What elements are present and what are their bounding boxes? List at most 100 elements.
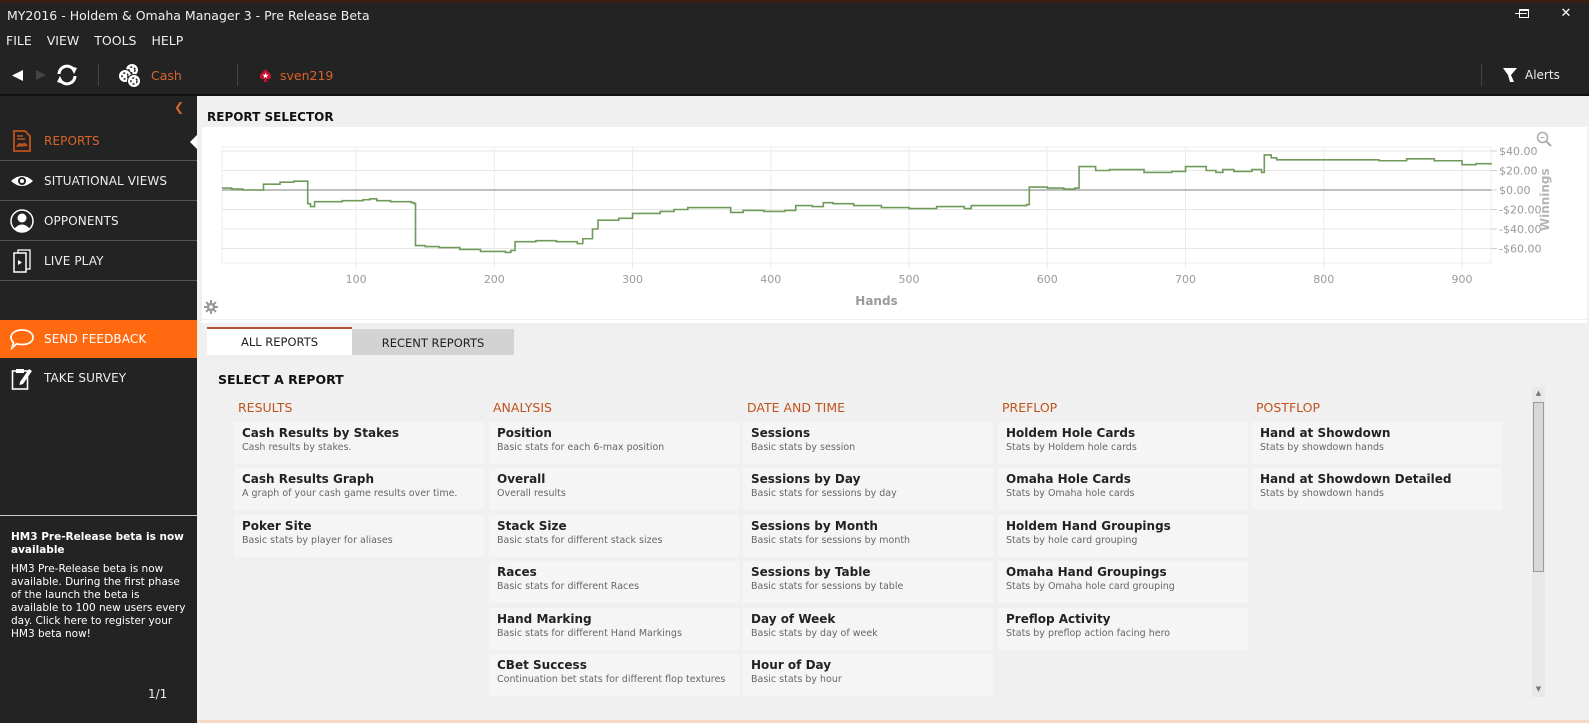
player-name: sven219 bbox=[280, 67, 334, 83]
report-card[interactable]: Day of Week Basic stats by day of week bbox=[743, 607, 993, 650]
category-header: DATE AND TIME bbox=[747, 400, 845, 415]
filter-icon bbox=[1503, 68, 1517, 82]
menu-view[interactable]: VIEW bbox=[47, 30, 80, 52]
close-icon: ✕ bbox=[1560, 6, 1572, 21]
report-card[interactable]: Sessions by Day Basic stats for sessions … bbox=[743, 468, 993, 511]
report-card[interactable]: Omaha Hole Cards Stats by Omaha hole card… bbox=[998, 468, 1248, 511]
report-card[interactable]: Cash Results by Stakes Cash results by st… bbox=[234, 422, 484, 464]
x-tick-label: 700 bbox=[1175, 273, 1196, 286]
y-tick-label: $40.00 bbox=[1499, 145, 1538, 158]
y-tick-label: -$40.00 bbox=[1499, 223, 1541, 236]
report-description: Stats by Omaha hole cards bbox=[1006, 488, 1135, 500]
report-title: Day of Week bbox=[751, 611, 836, 626]
x-tick-label: 200 bbox=[484, 273, 505, 286]
window-title: MY2016 - Holdem & Omaha Manager 3 - Pre … bbox=[7, 8, 370, 23]
report-selector-panel: REPORT SELECTOR $40.00 $20.00 $0.00 -$20.00… bbox=[202, 101, 1587, 319]
send-feedback-button[interactable]: SEND FEEDBACK bbox=[0, 320, 197, 358]
toolbar-separator bbox=[1481, 64, 1482, 86]
report-card[interactable]: Races Basic stats for different Races bbox=[489, 561, 739, 604]
take-survey-button[interactable]: TAKE SURVEY bbox=[0, 358, 197, 398]
report-card[interactable]: Cash Results Graph A graph of your cash g… bbox=[234, 468, 484, 511]
x-tick-label: 100 bbox=[346, 273, 367, 286]
chart-settings-button[interactable] bbox=[204, 299, 218, 318]
report-title: Omaha Hand Groupings bbox=[1006, 565, 1167, 580]
y-axis-label: Winnings bbox=[1538, 168, 1552, 231]
close-button[interactable]: ✕ bbox=[1551, 3, 1581, 25]
news-panel[interactable]: HM3 Pre-Release beta is now available HM… bbox=[0, 515, 197, 723]
report-card[interactable]: Hand at Showdown Detailed Stats by showdo… bbox=[1252, 468, 1502, 511]
report-title: Sessions by Table bbox=[751, 565, 871, 580]
reports-panel: SELECT A REPORT RESULTS Cash Results by S… bbox=[202, 355, 1587, 720]
report-description: Cash results by stakes. bbox=[242, 442, 352, 453]
report-card[interactable]: CBet Success Continuation bet stats for d… bbox=[489, 653, 739, 696]
report-description: Stats by showdown hands bbox=[1260, 488, 1384, 500]
report-card[interactable]: Sessions by Table Basic stats for session… bbox=[743, 561, 993, 604]
refresh-button[interactable] bbox=[55, 56, 79, 94]
alerts-button[interactable]: Alerts bbox=[1503, 56, 1560, 94]
report-title: Cash Results by Stakes bbox=[242, 426, 400, 440]
report-card[interactable]: Poker Site Basic stats by player for alia… bbox=[234, 514, 484, 557]
collapse-sidebar-button[interactable]: ❮ bbox=[174, 100, 184, 114]
report-description: Basic stats for sessions by day bbox=[751, 488, 897, 500]
menu-bar: FILE VIEW TOOLS HELP bbox=[0, 30, 198, 52]
news-pager[interactable]: 1/1 bbox=[148, 687, 167, 701]
chart-zoom-button[interactable] bbox=[1536, 131, 1552, 151]
report-description: Basic stats for sessions by month bbox=[751, 534, 911, 546]
game-type-selector[interactable]: Cash bbox=[117, 56, 182, 94]
report-card[interactable]: Hour of Day Basic stats by hour bbox=[743, 653, 993, 696]
report-card[interactable]: Overall Overall results bbox=[489, 468, 739, 511]
report-title: Holdem Hand Groupings bbox=[1006, 518, 1171, 533]
main-content: REPORT SELECTOR $40.00 $20.00 $0.00 -$20.00… bbox=[197, 96, 1589, 723]
menu-help[interactable]: HELP bbox=[151, 30, 183, 52]
report-card[interactable]: Position Basic stats for each 6-max posit… bbox=[489, 422, 739, 464]
report-card[interactable]: Hand at Showdown Stats by showdown hands bbox=[1252, 422, 1502, 464]
report-card[interactable]: Holdem Hand Groupings Stats by hole card … bbox=[998, 514, 1248, 557]
y-tick-label: $20.00 bbox=[1499, 165, 1538, 178]
report-description: Stats by hole card grouping bbox=[1006, 534, 1138, 546]
scroll-up-button[interactable]: ▲ bbox=[1532, 387, 1545, 399]
menu-file[interactable]: FILE bbox=[6, 30, 32, 52]
report-description: Basic stats by day of week bbox=[751, 627, 878, 639]
reports-scrollbar[interactable]: ▲ ▼ bbox=[1532, 387, 1545, 697]
report-title: Sessions bbox=[751, 426, 811, 440]
menu-tools[interactable]: TOOLS bbox=[94, 30, 136, 52]
magnifier-icon bbox=[1536, 131, 1552, 147]
report-description: Basic stats for different Races bbox=[497, 581, 640, 593]
scroll-down-button[interactable]: ▼ bbox=[1532, 683, 1545, 695]
player-selector[interactable]: sven219 bbox=[258, 56, 333, 94]
x-axis-label: Hands bbox=[855, 294, 897, 308]
report-card[interactable]: Sessions by Month Basic stats for session… bbox=[743, 514, 993, 557]
report-description: Basic stats by player for aliases bbox=[242, 534, 393, 546]
report-card[interactable]: Stack Size Basic stats for different stac… bbox=[489, 514, 739, 557]
report-card[interactable]: Omaha Hand Groupings Stats by Omaha hole … bbox=[998, 561, 1248, 604]
tab-recent-reports[interactable]: RECENT REPORTS bbox=[352, 329, 514, 355]
category-header: PREFLOP bbox=[1002, 400, 1058, 415]
sidebar-item-live-play[interactable]: LIVE PLAY bbox=[0, 241, 197, 281]
maximize-button[interactable] bbox=[1509, 3, 1539, 25]
winnings-chart[interactable]: $40.00 $20.00 $0.00 -$20.00 -$40.00 -$60.00 10… bbox=[202, 127, 1587, 317]
report-description: Basic stats by session bbox=[751, 442, 856, 453]
send-feedback-label: SEND FEEDBACK bbox=[44, 332, 147, 346]
poker-chips-icon bbox=[118, 63, 141, 88]
x-tick-label: 500 bbox=[899, 273, 920, 286]
report-card[interactable]: Preflop Activity Stats by preflop action … bbox=[998, 607, 1248, 650]
report-card[interactable]: Hand Marking Basic stats for different Ha… bbox=[489, 607, 739, 650]
report-title: Preflop Activity bbox=[1006, 611, 1111, 626]
report-title: Hand at Showdown bbox=[1260, 426, 1391, 440]
x-tick-label: 900 bbox=[1451, 273, 1472, 286]
y-tick-label: -$60.00 bbox=[1499, 243, 1541, 256]
category-header: POSTFLOP bbox=[1256, 400, 1321, 415]
forward-arrow-icon bbox=[36, 70, 46, 80]
tab-all-reports[interactable]: ALL REPORTS bbox=[207, 327, 352, 355]
back-button[interactable] bbox=[11, 56, 24, 94]
forward-button[interactable] bbox=[35, 56, 47, 94]
select-report-title: SELECT A REPORT bbox=[218, 372, 344, 387]
sidebar-item-opponents[interactable]: OPPONENTS bbox=[0, 201, 197, 241]
report-card[interactable]: Holdem Hole Cards Stats by Holdem hole ca… bbox=[998, 422, 1248, 464]
sidebar-item-reports[interactable]: REPORTS bbox=[0, 121, 197, 161]
y-tick-label: $0.00 bbox=[1499, 184, 1531, 197]
sidebar-item-label: LIVE PLAY bbox=[44, 253, 104, 268]
report-card[interactable]: Sessions Basic stats by session bbox=[743, 422, 993, 464]
scrollbar-thumb[interactable] bbox=[1533, 402, 1544, 572]
sidebar-item-situational-views[interactable]: SITUATIONAL VIEWS bbox=[0, 161, 197, 201]
